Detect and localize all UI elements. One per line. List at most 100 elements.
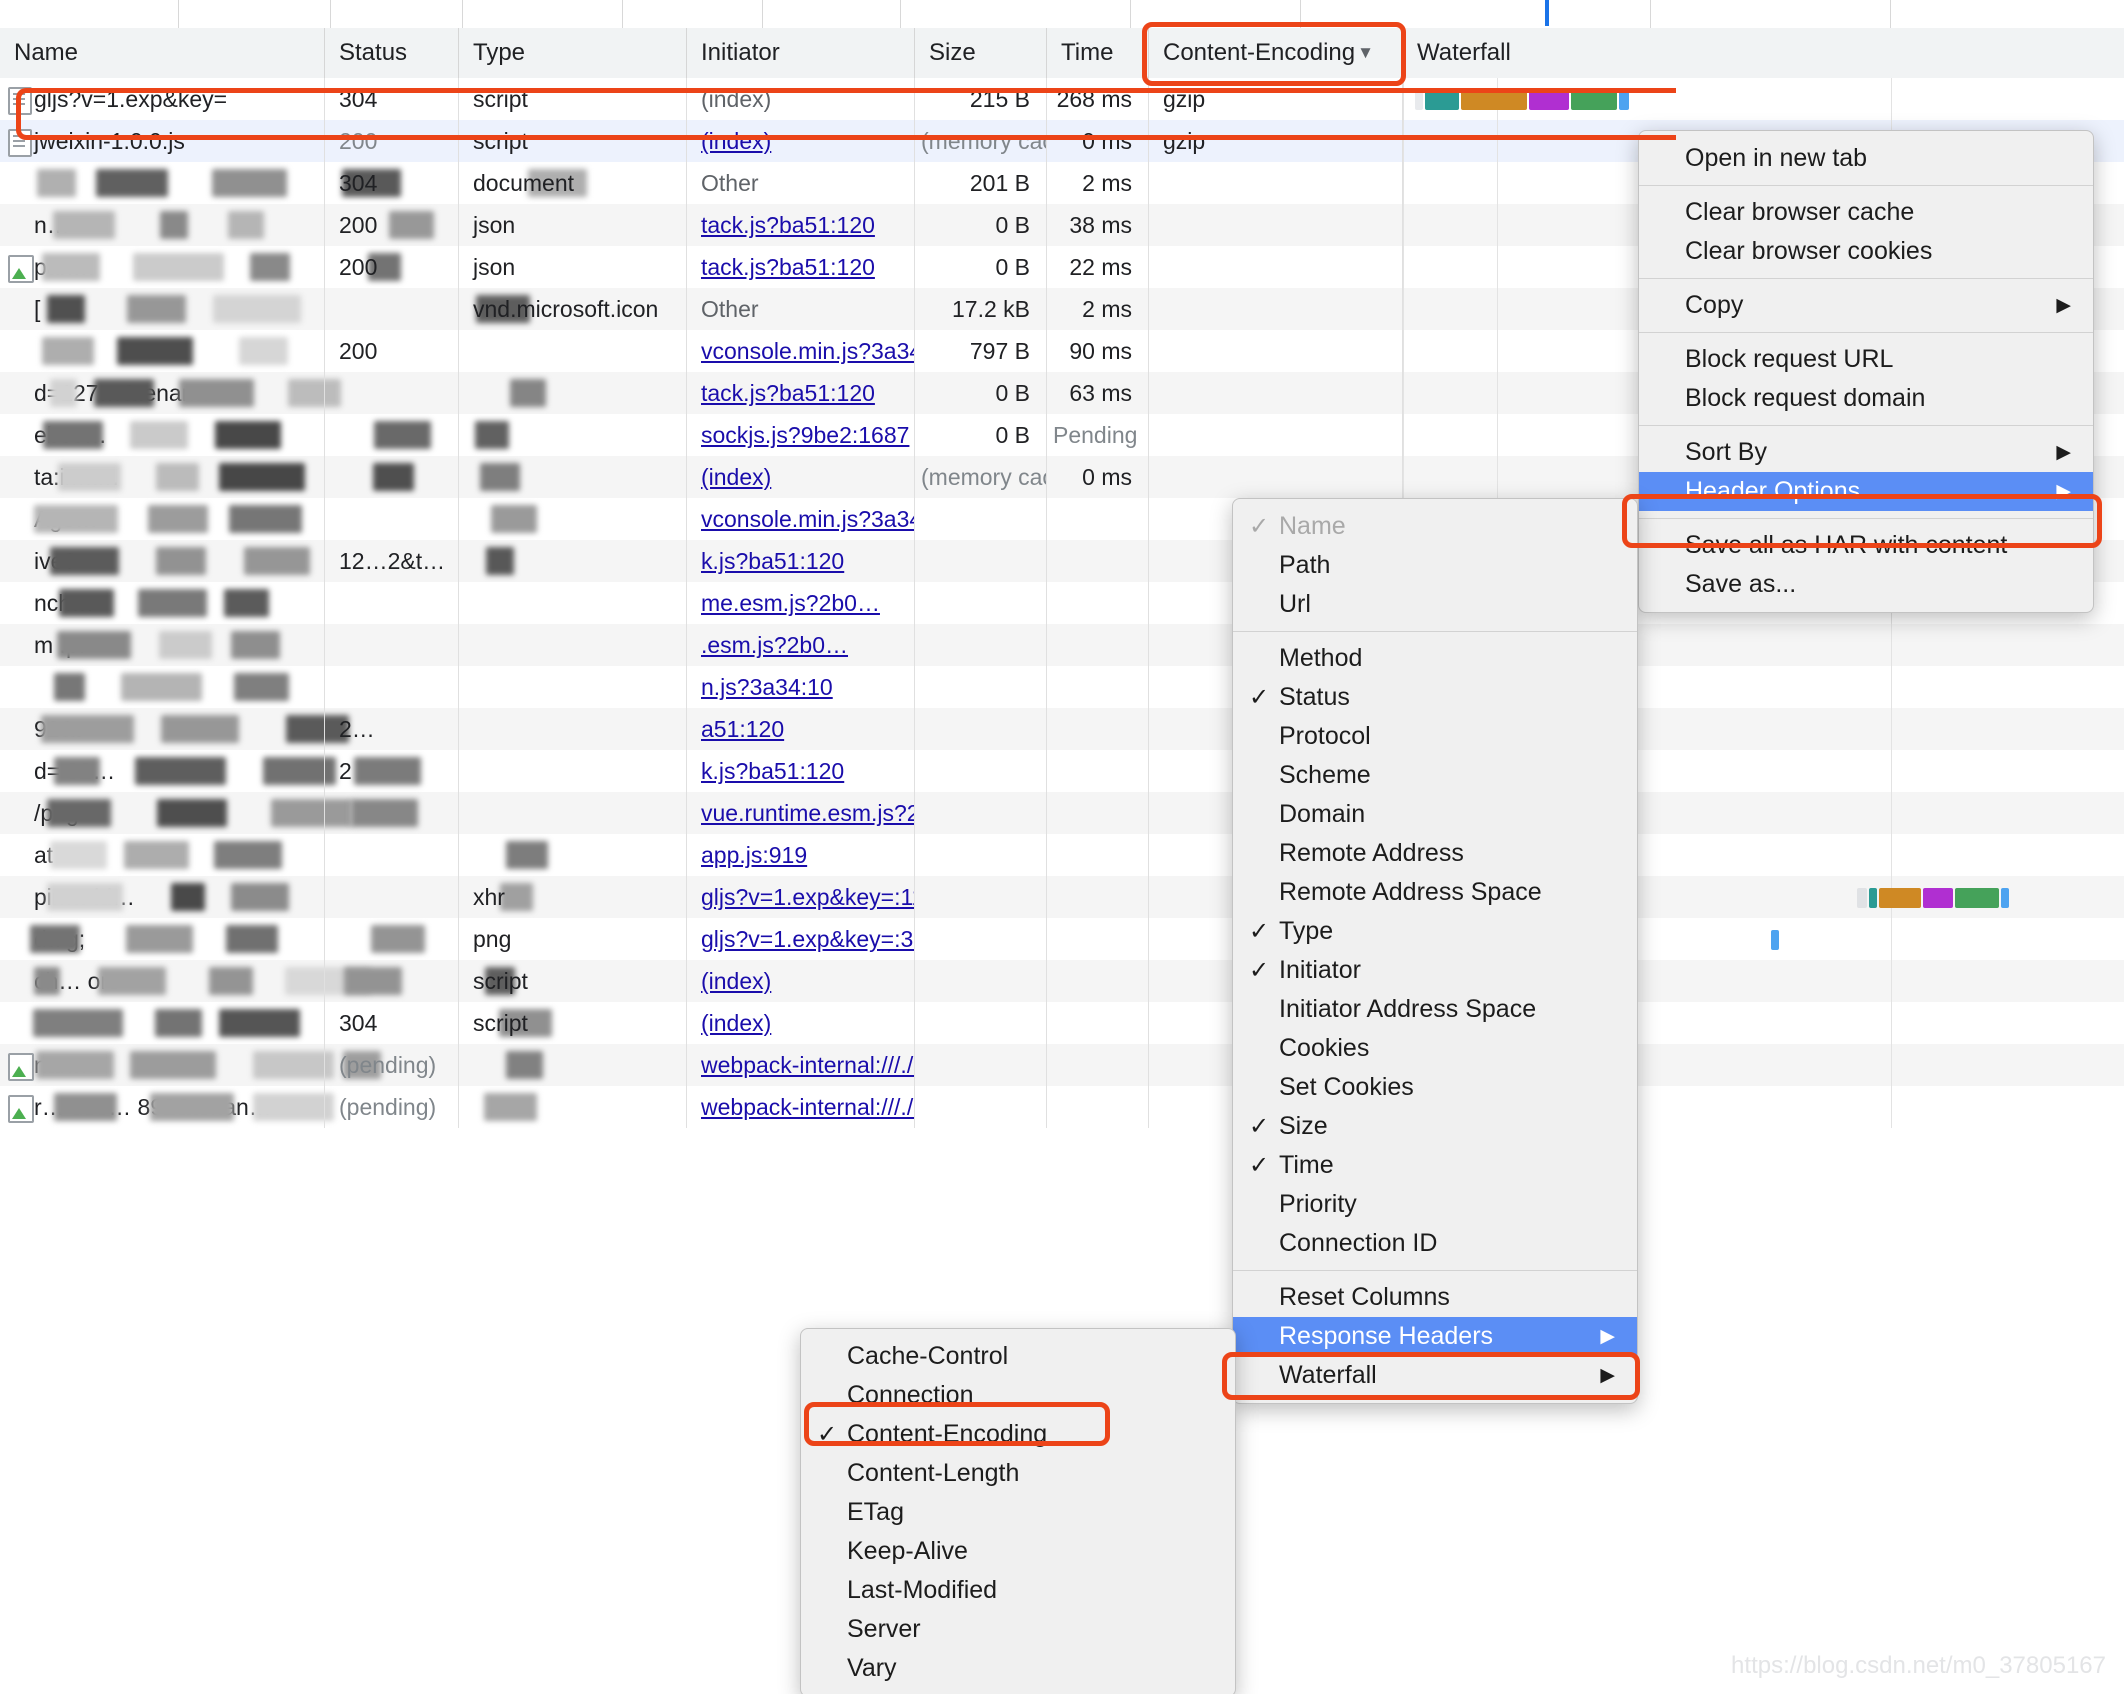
menu-item[interactable]: Server xyxy=(801,1610,1235,1649)
menu-item[interactable]: Block request URL xyxy=(1639,340,2093,379)
menu-item[interactable]: Initiator Address Space xyxy=(1233,990,1637,1029)
initiator-link[interactable]: app.js:919 xyxy=(701,842,807,868)
cell-initiator[interactable]: me.esm.js?2b0… xyxy=(686,582,914,624)
cell-initiator[interactable]: sockjs.js?9be2:1687 xyxy=(686,414,914,456)
initiator-link[interactable]: (index) xyxy=(701,968,771,994)
column-header-content_encoding[interactable]: Content-Encoding ▼ xyxy=(1148,28,1402,78)
initiator-link[interactable]: me.esm.js?2b0… xyxy=(701,590,880,616)
initiator-link[interactable]: sockjs.js?9be2:1687 xyxy=(701,422,909,448)
cell-initiator[interactable]: (index) xyxy=(686,120,914,162)
initiator-link[interactable]: webpack-internal:///./src… xyxy=(701,1094,914,1120)
menu-item[interactable]: Block request domain xyxy=(1639,379,2093,418)
cell-initiator[interactable]: vue.runtime.esm.js?2b0… xyxy=(686,792,914,834)
menu-item[interactable]: Remote Address xyxy=(1233,834,1637,873)
initiator-link[interactable]: (index) xyxy=(701,128,771,154)
menu-item[interactable]: Clear browser cache xyxy=(1639,193,2093,232)
column-header-name[interactable]: Name xyxy=(0,28,324,78)
context-menu-header-options[interactable]: Name Path Url Method Status Protocol Scheme Dom… xyxy=(1232,498,1638,1404)
initiator-link[interactable]: vconsole.min.js?3a34:10 xyxy=(701,338,914,364)
menu-item[interactable]: Initiator xyxy=(1233,951,1637,990)
cell-initiator[interactable]: vconsole.min.js?3a34:10 xyxy=(686,330,914,372)
context-menu-main[interactable]: Open in new tab Clear browser cache Clear … xyxy=(1638,130,2094,613)
menu-item[interactable]: Protocol xyxy=(1233,717,1637,756)
menu-item[interactable]: Keep-Alive xyxy=(801,1532,1235,1571)
table-row[interactable]: gljs?v=1.exp&key= 304 script (index) 215 B 26… xyxy=(0,78,2124,120)
cell-initiator[interactable]: .esm.js?2b0… xyxy=(686,624,914,666)
cell-initiator[interactable]: webpack-internal:///./src… xyxy=(686,1044,914,1086)
menu-item[interactable]: Save all as HAR with content xyxy=(1639,526,2093,565)
table-row[interactable]: at app.js:919 xyxy=(0,834,2124,876)
cell-initiator[interactable]: tack.js?ba51:120 xyxy=(686,372,914,414)
column-header-status[interactable]: Status xyxy=(324,28,458,78)
column-header-initiator[interactable]: Initiator xyxy=(686,28,914,78)
menu-item[interactable]: Content-Encoding xyxy=(801,1415,1235,1454)
cell-initiator[interactable]: a51:120 xyxy=(686,708,914,750)
initiator-link[interactable]: k.js?ba51:120 xyxy=(701,548,844,574)
initiator-link[interactable]: (index) xyxy=(701,464,771,490)
initiator-link[interactable]: tack.js?ba51:120 xyxy=(701,380,875,406)
menu-item[interactable]: Waterfall ▶ xyxy=(1233,1356,1637,1395)
column-header-size[interactable]: Size xyxy=(914,28,1046,78)
cell-initiator[interactable]: k.js?ba51:120 xyxy=(686,750,914,792)
menu-item[interactable]: Type xyxy=(1233,912,1637,951)
menu-item[interactable]: Last-Modified xyxy=(801,1571,1235,1610)
table-row[interactable]: /pngvue.runtime.esm.js?2b0… xyxy=(0,792,2124,834)
initiator-link[interactable]: webpack-internal:///./src… xyxy=(701,1052,914,1078)
cell-initiator[interactable]: k.js?ba51:120 xyxy=(686,540,914,582)
table-row[interactable]: pin… id…xhrgljs?v=1.exp&key=:11 xyxy=(0,876,2124,918)
initiator-link[interactable]: tack.js?ba51:120 xyxy=(701,212,875,238)
cell-initiator[interactable]: webpack-internal:///./src… xyxy=(686,1086,914,1128)
menu-item[interactable]: Status xyxy=(1233,678,1637,717)
menu-item[interactable]: Cache-Control xyxy=(801,1337,1235,1376)
menu-item[interactable]: Set Cookies xyxy=(1233,1068,1637,1107)
table-row[interactable]: d= 92…2k.js?ba51:120 xyxy=(0,750,2124,792)
menu-item[interactable]: Scheme xyxy=(1233,756,1637,795)
table-row[interactable]: nan…(pending)webpack-internal:///./src… xyxy=(0,1044,2124,1086)
menu-item[interactable]: Cookies xyxy=(1233,1029,1637,1068)
initiator-link[interactable]: vue.runtime.esm.js?2b0… xyxy=(701,800,914,826)
initiator-link[interactable]: vconsole.min.js?3a34:10 xyxy=(701,506,914,532)
initiator-link[interactable]: gljs?v=1.exp&key=:11 xyxy=(701,884,914,910)
cell-initiator[interactable]: app.js:919 xyxy=(686,834,914,876)
column-header-waterfall[interactable]: Waterfall xyxy=(1402,28,2124,78)
initiator-link[interactable]: gljs?v=1.exp&key=:39 xyxy=(701,926,914,952)
initiator-link[interactable]: .esm.js?2b0… xyxy=(701,632,848,658)
menu-item[interactable]: Connection xyxy=(801,1376,1235,1415)
initiator-link[interactable]: a51:120 xyxy=(701,716,784,742)
menu-item[interactable]: Content-Length xyxy=(801,1454,1235,1493)
cell-initiator[interactable]: (index) xyxy=(686,1002,914,1044)
table-row[interactable]: n.js?3a34:10 xyxy=(0,666,2124,708)
menu-item[interactable]: Time xyxy=(1233,1146,1637,1185)
context-menu-response-headers[interactable]: Cache-Control Connection Content-Encoding C… xyxy=(800,1328,1236,1694)
table-row[interactable]: ch… ors script (index) xyxy=(0,960,2124,1002)
menu-item[interactable]: Url xyxy=(1233,585,1637,624)
menu-item[interactable]: Copy ▶ xyxy=(1639,286,2093,325)
menu-item[interactable]: Sort By ▶ xyxy=(1639,433,2093,472)
table-row[interactable]: da g;pnggljs?v=1.exp&key=:39 xyxy=(0,918,2124,960)
cell-initiator[interactable]: tack.js?ba51:120 xyxy=(686,204,914,246)
menu-item[interactable]: Open in new tab xyxy=(1639,139,2093,178)
cell-initiator[interactable]: n.js?3a34:10 xyxy=(686,666,914,708)
column-header-type[interactable]: Type xyxy=(458,28,686,78)
cell-initiator[interactable]: tack.js?ba51:120 xyxy=(686,246,914,288)
initiator-link[interactable]: (index) xyxy=(701,1010,771,1036)
cell-initiator[interactable]: vconsole.min.js?3a34:10 xyxy=(686,498,914,540)
chevron-down-icon[interactable]: ▼ xyxy=(1357,28,1374,78)
menu-item[interactable]: Remote Address Space xyxy=(1233,873,1637,912)
column-header-time[interactable]: Time xyxy=(1046,28,1148,78)
table-row[interactable]: 92&t2…a51:120 xyxy=(0,708,2124,750)
menu-item[interactable]: Save as... xyxy=(1639,565,2093,604)
cell-initiator[interactable]: gljs?v=1.exp&key=:11 xyxy=(686,876,914,918)
menu-item[interactable]: Path xyxy=(1233,546,1637,585)
menu-item[interactable]: Header Options ▶ xyxy=(1639,472,2093,511)
initiator-link[interactable]: tack.js?ba51:120 xyxy=(701,254,875,280)
menu-item[interactable]: Connection ID xyxy=(1233,1224,1637,1263)
cell-initiator[interactable]: gljs?v=1.exp&key=:39 xyxy=(686,918,914,960)
menu-item[interactable]: ETag xyxy=(801,1493,1235,1532)
cell-initiator[interactable]: (index) xyxy=(686,960,914,1002)
table-row[interactable]: m .p..esm.js?2b0… xyxy=(0,624,2124,666)
menu-item[interactable]: Response Headers ▶ xyxy=(1233,1317,1637,1356)
initiator-link[interactable]: k.js?ba51:120 xyxy=(701,758,844,784)
menu-item[interactable]: Priority xyxy=(1233,1185,1637,1224)
table-row[interactable]: r… use… 892&tenan…(pending)webpack-inter… xyxy=(0,1086,2124,1128)
